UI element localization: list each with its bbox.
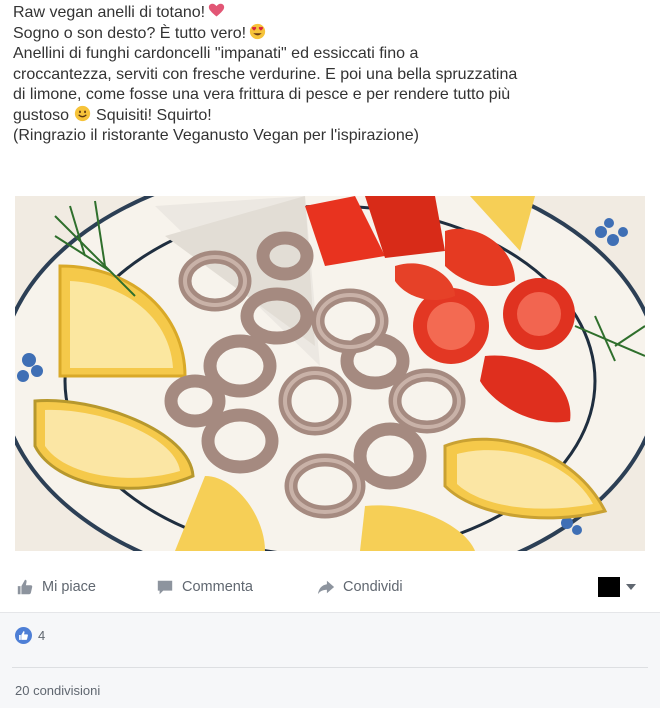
comment-label: Commenta — [182, 579, 253, 595]
share-arrow-icon — [317, 580, 335, 595]
comment-button[interactable]: Commenta — [156, 578, 253, 596]
like-label: Mi piace — [42, 579, 96, 595]
divider — [12, 667, 648, 668]
comment-icon — [157, 580, 173, 595]
post-line-2: Sogno o son desto? È tutto vero! — [13, 23, 648, 44]
reaction-count: 4 — [38, 628, 46, 643]
post-line-text: Squisiti! Squirto! — [96, 107, 212, 125]
post-line-5: di limone, come fosse una vera frittura … — [13, 85, 511, 103]
reaction-summary[interactable]: 4 — [15, 627, 45, 644]
post-line-text: Raw vegan anelli di totano! — [13, 4, 206, 21]
chevron-down-icon — [626, 584, 636, 590]
post-line-3: Anellini di funghi cardoncelli "impanati… — [13, 45, 419, 63]
smile-emoji-icon — [74, 105, 91, 122]
heart-emoji-icon — [208, 3, 225, 17]
share-button[interactable]: Condividi — [317, 578, 403, 596]
post-line-text: gustoso — [13, 107, 70, 125]
audience-avatar — [598, 577, 620, 597]
food-photo-icon — [15, 196, 645, 551]
post-footer: 4 20 condivisioni — [0, 612, 660, 708]
post-photo[interactable] — [15, 196, 645, 551]
thumbs-up-icon — [17, 579, 33, 595]
post-line-6: gustoso Squisiti! Squirto! — [13, 105, 648, 126]
post-line-text: Sogno o son desto? È tutto vero! — [13, 25, 247, 43]
post-line-1: Raw vegan anelli di totano! — [13, 2, 648, 23]
heart-eyes-emoji-icon — [249, 24, 266, 40]
post-text: Raw vegan anelli di totano! Sogno o son … — [13, 2, 648, 146]
share-count[interactable]: 20 condivisioni — [15, 683, 100, 698]
post-line-4: croccantezza, serviti con fresche verdur… — [13, 65, 518, 83]
post-actions: Mi piace Commenta Condividi — [0, 566, 660, 612]
audience-selector[interactable] — [598, 577, 636, 597]
share-label: Condividi — [343, 579, 403, 595]
like-button[interactable]: Mi piace — [16, 578, 96, 596]
post-line-7: (Ringrazio il ristorante Veganusto Vegan… — [13, 127, 419, 145]
like-reaction-icon — [15, 627, 32, 644]
